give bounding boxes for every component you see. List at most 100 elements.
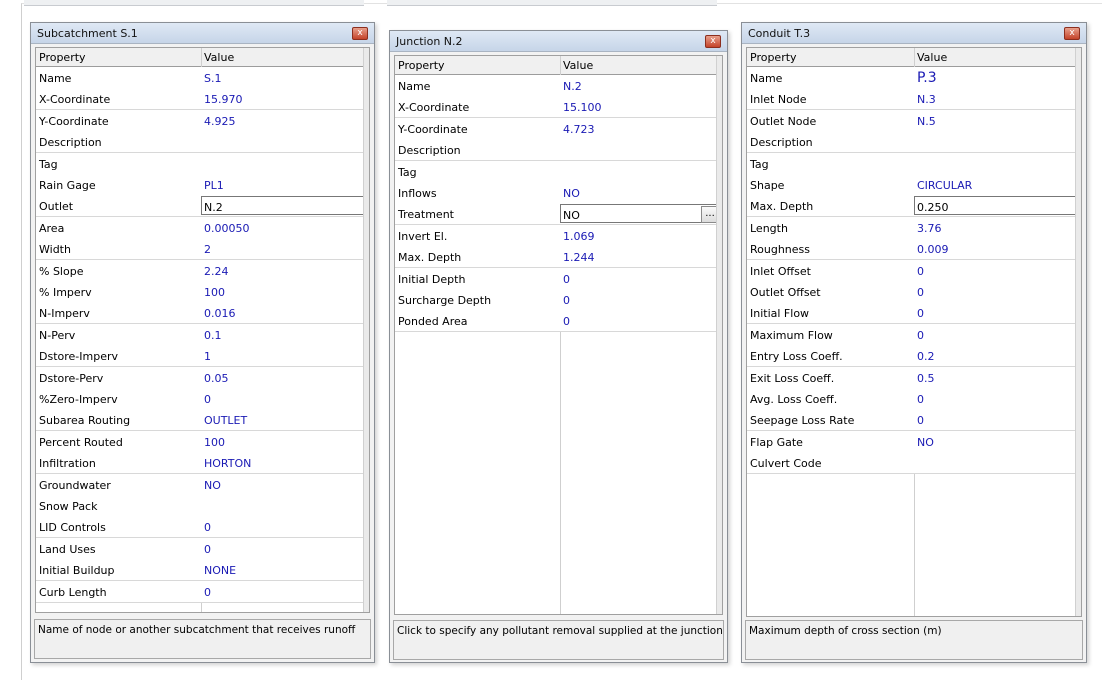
property-row-outlet-offset[interactable]: Outlet Offset 0 bbox=[747, 281, 1081, 303]
close-icon[interactable]: x bbox=[352, 27, 368, 40]
property-value[interactable]: 3.76 bbox=[917, 222, 942, 235]
property-value[interactable]: 0 bbox=[563, 315, 570, 328]
property-value[interactable]: NO bbox=[204, 479, 221, 492]
property-row-imperv[interactable]: % Imperv 100 bbox=[36, 281, 369, 303]
property-value[interactable]: 0 bbox=[917, 307, 924, 320]
property-row-tag[interactable]: Tag bbox=[747, 152, 1081, 175]
property-value[interactable]: 0 bbox=[917, 286, 924, 299]
property-row-avg-loss-coeff[interactable]: Avg. Loss Coeff. 0 bbox=[747, 388, 1081, 410]
property-row-flap-gate[interactable]: Flap Gate NO bbox=[747, 430, 1081, 453]
property-row-name[interactable]: Name P.3 bbox=[747, 67, 1081, 89]
property-value[interactable]: 1.244 bbox=[563, 251, 595, 264]
scrollbar[interactable] bbox=[716, 56, 722, 614]
property-row-lid-controls[interactable]: LID Controls 0 bbox=[36, 516, 369, 539]
property-row-exit-loss-coeff[interactable]: Exit Loss Coeff. 0.5 bbox=[747, 366, 1081, 389]
property-row-description[interactable]: Description bbox=[747, 131, 1081, 154]
property-value[interactable]: 1.069 bbox=[563, 230, 595, 243]
property-row-inlet-node[interactable]: Inlet Node N.3 bbox=[747, 88, 1081, 111]
property-value[interactable]: NO bbox=[917, 436, 934, 449]
value-editor[interactable]: NO... bbox=[560, 204, 721, 224]
property-row-curb-length[interactable]: Curb Length 0 bbox=[36, 580, 369, 603]
property-value[interactable]: 0 bbox=[917, 414, 924, 427]
property-value[interactable]: 0 bbox=[204, 543, 211, 556]
property-value[interactable]: 15.100 bbox=[563, 101, 602, 114]
property-value[interactable]: 0.009 bbox=[917, 243, 949, 256]
property-row-x-coordinate[interactable]: X-Coordinate 15.970 bbox=[36, 88, 369, 111]
subcatchment-titlebar[interactable]: Subcatchment S.1 x bbox=[31, 23, 374, 44]
property-row-name[interactable]: Name S.1 bbox=[36, 67, 369, 89]
property-row-max-depth[interactable]: Max. Depth 1.244 bbox=[395, 246, 722, 269]
property-value[interactable]: 0.5 bbox=[917, 372, 935, 385]
property-row-infiltration[interactable]: Infiltration HORTON bbox=[36, 452, 369, 475]
property-row-initial-depth[interactable]: Initial Depth 0 bbox=[395, 267, 722, 290]
property-value[interactable]: NONE bbox=[204, 564, 236, 577]
property-value[interactable]: 0.016 bbox=[204, 307, 236, 320]
property-value[interactable]: 15.970 bbox=[204, 93, 243, 106]
property-row-max-depth[interactable]: Max. Depth 0.250 bbox=[747, 195, 1081, 218]
property-row-length[interactable]: Length 3.76 bbox=[747, 216, 1081, 239]
property-value[interactable]: 0 bbox=[563, 294, 570, 307]
close-icon[interactable]: x bbox=[705, 35, 721, 48]
property-value[interactable]: HORTON bbox=[204, 457, 251, 470]
property-row-ponded-area[interactable]: Ponded Area 0 bbox=[395, 310, 722, 333]
property-row-maximum-flow[interactable]: Maximum Flow 0 bbox=[747, 323, 1081, 346]
property-value[interactable]: 0 bbox=[563, 273, 570, 286]
property-row-y-coordinate[interactable]: Y-Coordinate 4.723 bbox=[395, 117, 722, 140]
property-value[interactable]: PL1 bbox=[204, 179, 224, 192]
property-row-roughness[interactable]: Roughness 0.009 bbox=[747, 238, 1081, 261]
property-row-n-perv[interactable]: N-Perv 0.1 bbox=[36, 323, 369, 346]
property-row-land-uses[interactable]: Land Uses 0 bbox=[36, 537, 369, 560]
property-row-groundwater[interactable]: Groundwater NO bbox=[36, 473, 369, 496]
property-row-tag[interactable]: Tag bbox=[395, 160, 722, 183]
property-value[interactable]: 0.1 bbox=[204, 329, 222, 342]
property-row-rain-gage[interactable]: Rain Gage PL1 bbox=[36, 174, 369, 196]
property-row-x-coordinate[interactable]: X-Coordinate 15.100 bbox=[395, 96, 722, 119]
property-row-description[interactable]: Description bbox=[395, 139, 722, 162]
property-row-snow-pack[interactable]: Snow Pack bbox=[36, 495, 369, 517]
property-value[interactable]: P.3 bbox=[917, 70, 937, 86]
property-row-outlet-node[interactable]: Outlet Node N.5 bbox=[747, 109, 1081, 132]
property-value[interactable]: 2 bbox=[204, 243, 211, 256]
value-editor[interactable]: N.2 bbox=[201, 196, 368, 216]
property-row-area[interactable]: Area 0.00050 bbox=[36, 216, 369, 239]
property-row-slope[interactable]: % Slope 2.24 bbox=[36, 259, 369, 282]
property-value[interactable]: N.5 bbox=[917, 115, 936, 128]
property-value[interactable]: 100 bbox=[204, 286, 225, 299]
property-row-seepage-loss-rate[interactable]: Seepage Loss Rate 0 bbox=[747, 409, 1081, 432]
property-value[interactable]: CIRCULAR bbox=[917, 179, 972, 192]
property-row-outlet[interactable]: Outlet N.2 bbox=[36, 195, 369, 218]
property-value[interactable]: 1 bbox=[204, 350, 211, 363]
property-value[interactable]: 0 bbox=[917, 265, 924, 278]
property-value[interactable]: 0 bbox=[204, 393, 211, 406]
property-value[interactable]: 0 bbox=[917, 393, 924, 406]
junction-titlebar[interactable]: Junction N.2 x bbox=[390, 31, 727, 52]
property-row-inflows[interactable]: Inflows NO bbox=[395, 182, 722, 204]
conduit-titlebar[interactable]: Conduit T.3 x bbox=[742, 23, 1086, 44]
property-value[interactable]: N.3 bbox=[917, 93, 936, 106]
property-row-dstore-imperv[interactable]: Dstore-Imperv 1 bbox=[36, 345, 369, 368]
property-row-invert-el[interactable]: Invert El. 1.069 bbox=[395, 224, 722, 247]
property-row-tag[interactable]: Tag bbox=[36, 152, 369, 175]
property-row-shape[interactable]: Shape CIRCULAR bbox=[747, 174, 1081, 196]
property-row-initial-buildup[interactable]: Initial Buildup NONE bbox=[36, 559, 369, 582]
property-row-zero-imperv[interactable]: %Zero-Imperv 0 bbox=[36, 388, 369, 410]
property-row-y-coordinate[interactable]: Y-Coordinate 4.925 bbox=[36, 109, 369, 132]
property-row-inlet-offset[interactable]: Inlet Offset 0 bbox=[747, 259, 1081, 282]
property-value[interactable]: OUTLET bbox=[204, 414, 247, 427]
property-value[interactable]: 0.2 bbox=[917, 350, 935, 363]
property-row-width[interactable]: Width 2 bbox=[36, 238, 369, 261]
property-row-entry-loss-coeff[interactable]: Entry Loss Coeff. 0.2 bbox=[747, 345, 1081, 368]
property-value[interactable]: S.1 bbox=[204, 72, 221, 85]
property-value[interactable]: 4.925 bbox=[204, 115, 236, 128]
property-row-culvert-code[interactable]: Culvert Code bbox=[747, 452, 1081, 475]
property-value[interactable]: 2.24 bbox=[204, 265, 229, 278]
property-row-n-imperv[interactable]: N-Imperv 0.016 bbox=[36, 302, 369, 325]
property-row-subarea-routing[interactable]: Subarea Routing OUTLET bbox=[36, 409, 369, 432]
property-value[interactable]: NO bbox=[563, 187, 580, 200]
property-row-name[interactable]: Name N.2 bbox=[395, 75, 722, 97]
property-row-initial-flow[interactable]: Initial Flow 0 bbox=[747, 302, 1081, 325]
property-value[interactable]: 0.05 bbox=[204, 372, 229, 385]
property-value[interactable]: N.2 bbox=[563, 80, 582, 93]
property-value[interactable]: 0 bbox=[204, 521, 211, 534]
property-row-percent-routed[interactable]: Percent Routed 100 bbox=[36, 430, 369, 453]
